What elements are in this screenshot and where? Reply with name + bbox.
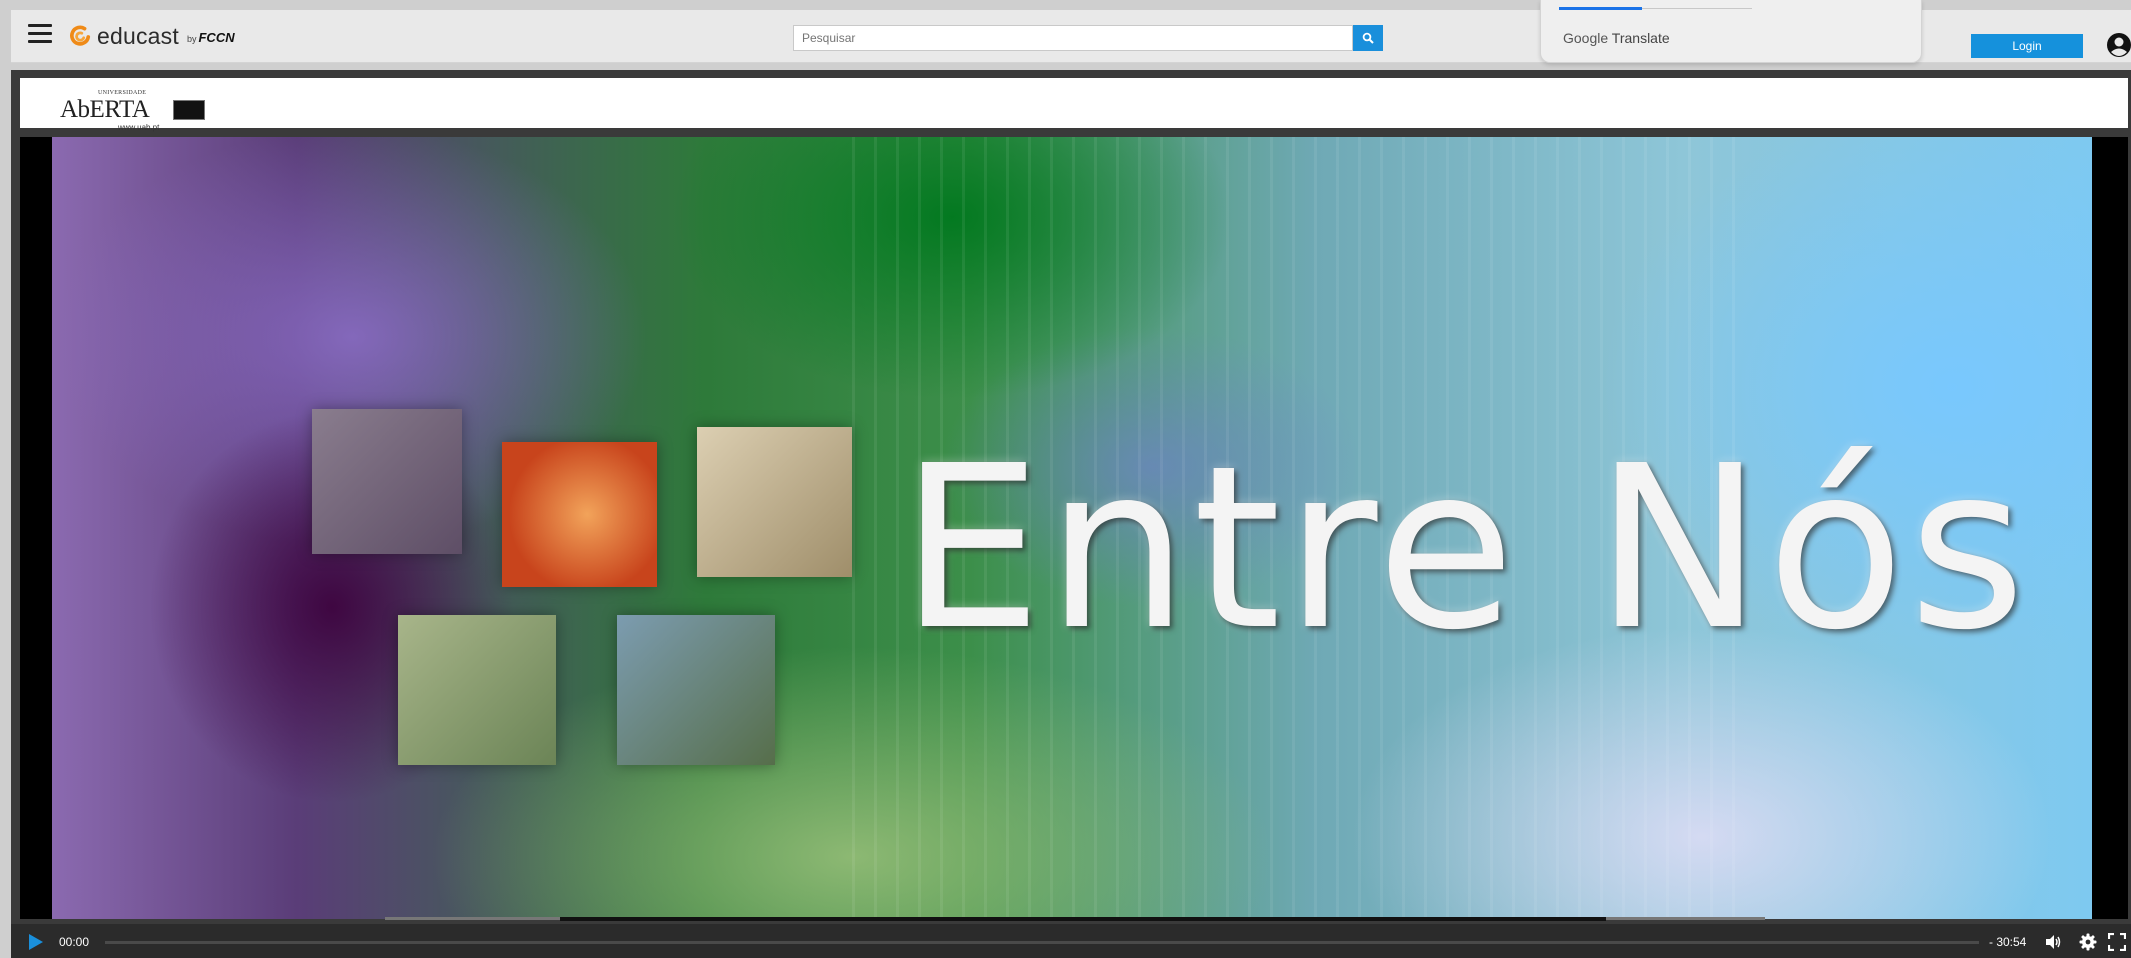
login-button[interactable]: Login (1971, 34, 2083, 58)
search-input[interactable] (793, 25, 1353, 51)
video-player[interactable]: Entre Nós (20, 137, 2128, 919)
buffer-bar (560, 917, 1606, 921)
uab-logo[interactable]: UNIVERSIDADE AbERTA www.uab.pt (40, 86, 205, 132)
search-button[interactable] (1353, 25, 1383, 51)
search-icon (1362, 32, 1374, 44)
remaining-time: - 30:54 (1989, 935, 2027, 949)
uab-url: www.uab.pt (118, 123, 160, 132)
uab-name: AbERTA (60, 96, 150, 123)
user-icon[interactable] (2106, 32, 2131, 58)
player-controls: 00:00 - 30:54 (11, 924, 2131, 958)
settings-icon[interactable] (2079, 933, 2097, 951)
video-title-text: Entre Nós (900, 418, 2030, 680)
progress-bar[interactable] (105, 941, 1979, 944)
fullscreen-icon[interactable] (2108, 933, 2126, 951)
uab-logo-box (173, 100, 205, 120)
brand-partner: FCCN (198, 30, 235, 45)
thumbnail-tile (697, 427, 852, 577)
brand-name: educast (97, 22, 179, 49)
thumbnail-tile (312, 409, 462, 554)
educast-logo-icon (70, 25, 91, 46)
google-translate-label: Google Translate (1563, 30, 1670, 46)
brand-by: by (186, 34, 197, 44)
play-icon[interactable] (25, 932, 45, 952)
thumbnail-tile (502, 442, 657, 587)
channel-banner: UNIVERSIDADE AbERTA www.uab.pt (20, 78, 2128, 132)
volume-icon[interactable] (2044, 933, 2062, 951)
search-bar (793, 25, 1383, 51)
thumbnail-tile (617, 615, 775, 765)
menu-icon[interactable] (28, 24, 52, 44)
thumbnail-tile (398, 615, 556, 765)
current-time: 00:00 (59, 935, 90, 949)
translate-tab-active[interactable] (1559, 7, 1642, 10)
brand-logo[interactable]: educast by FCCN (69, 21, 235, 51)
google-translate-popup[interactable]: Google Translate (1540, 0, 1922, 63)
